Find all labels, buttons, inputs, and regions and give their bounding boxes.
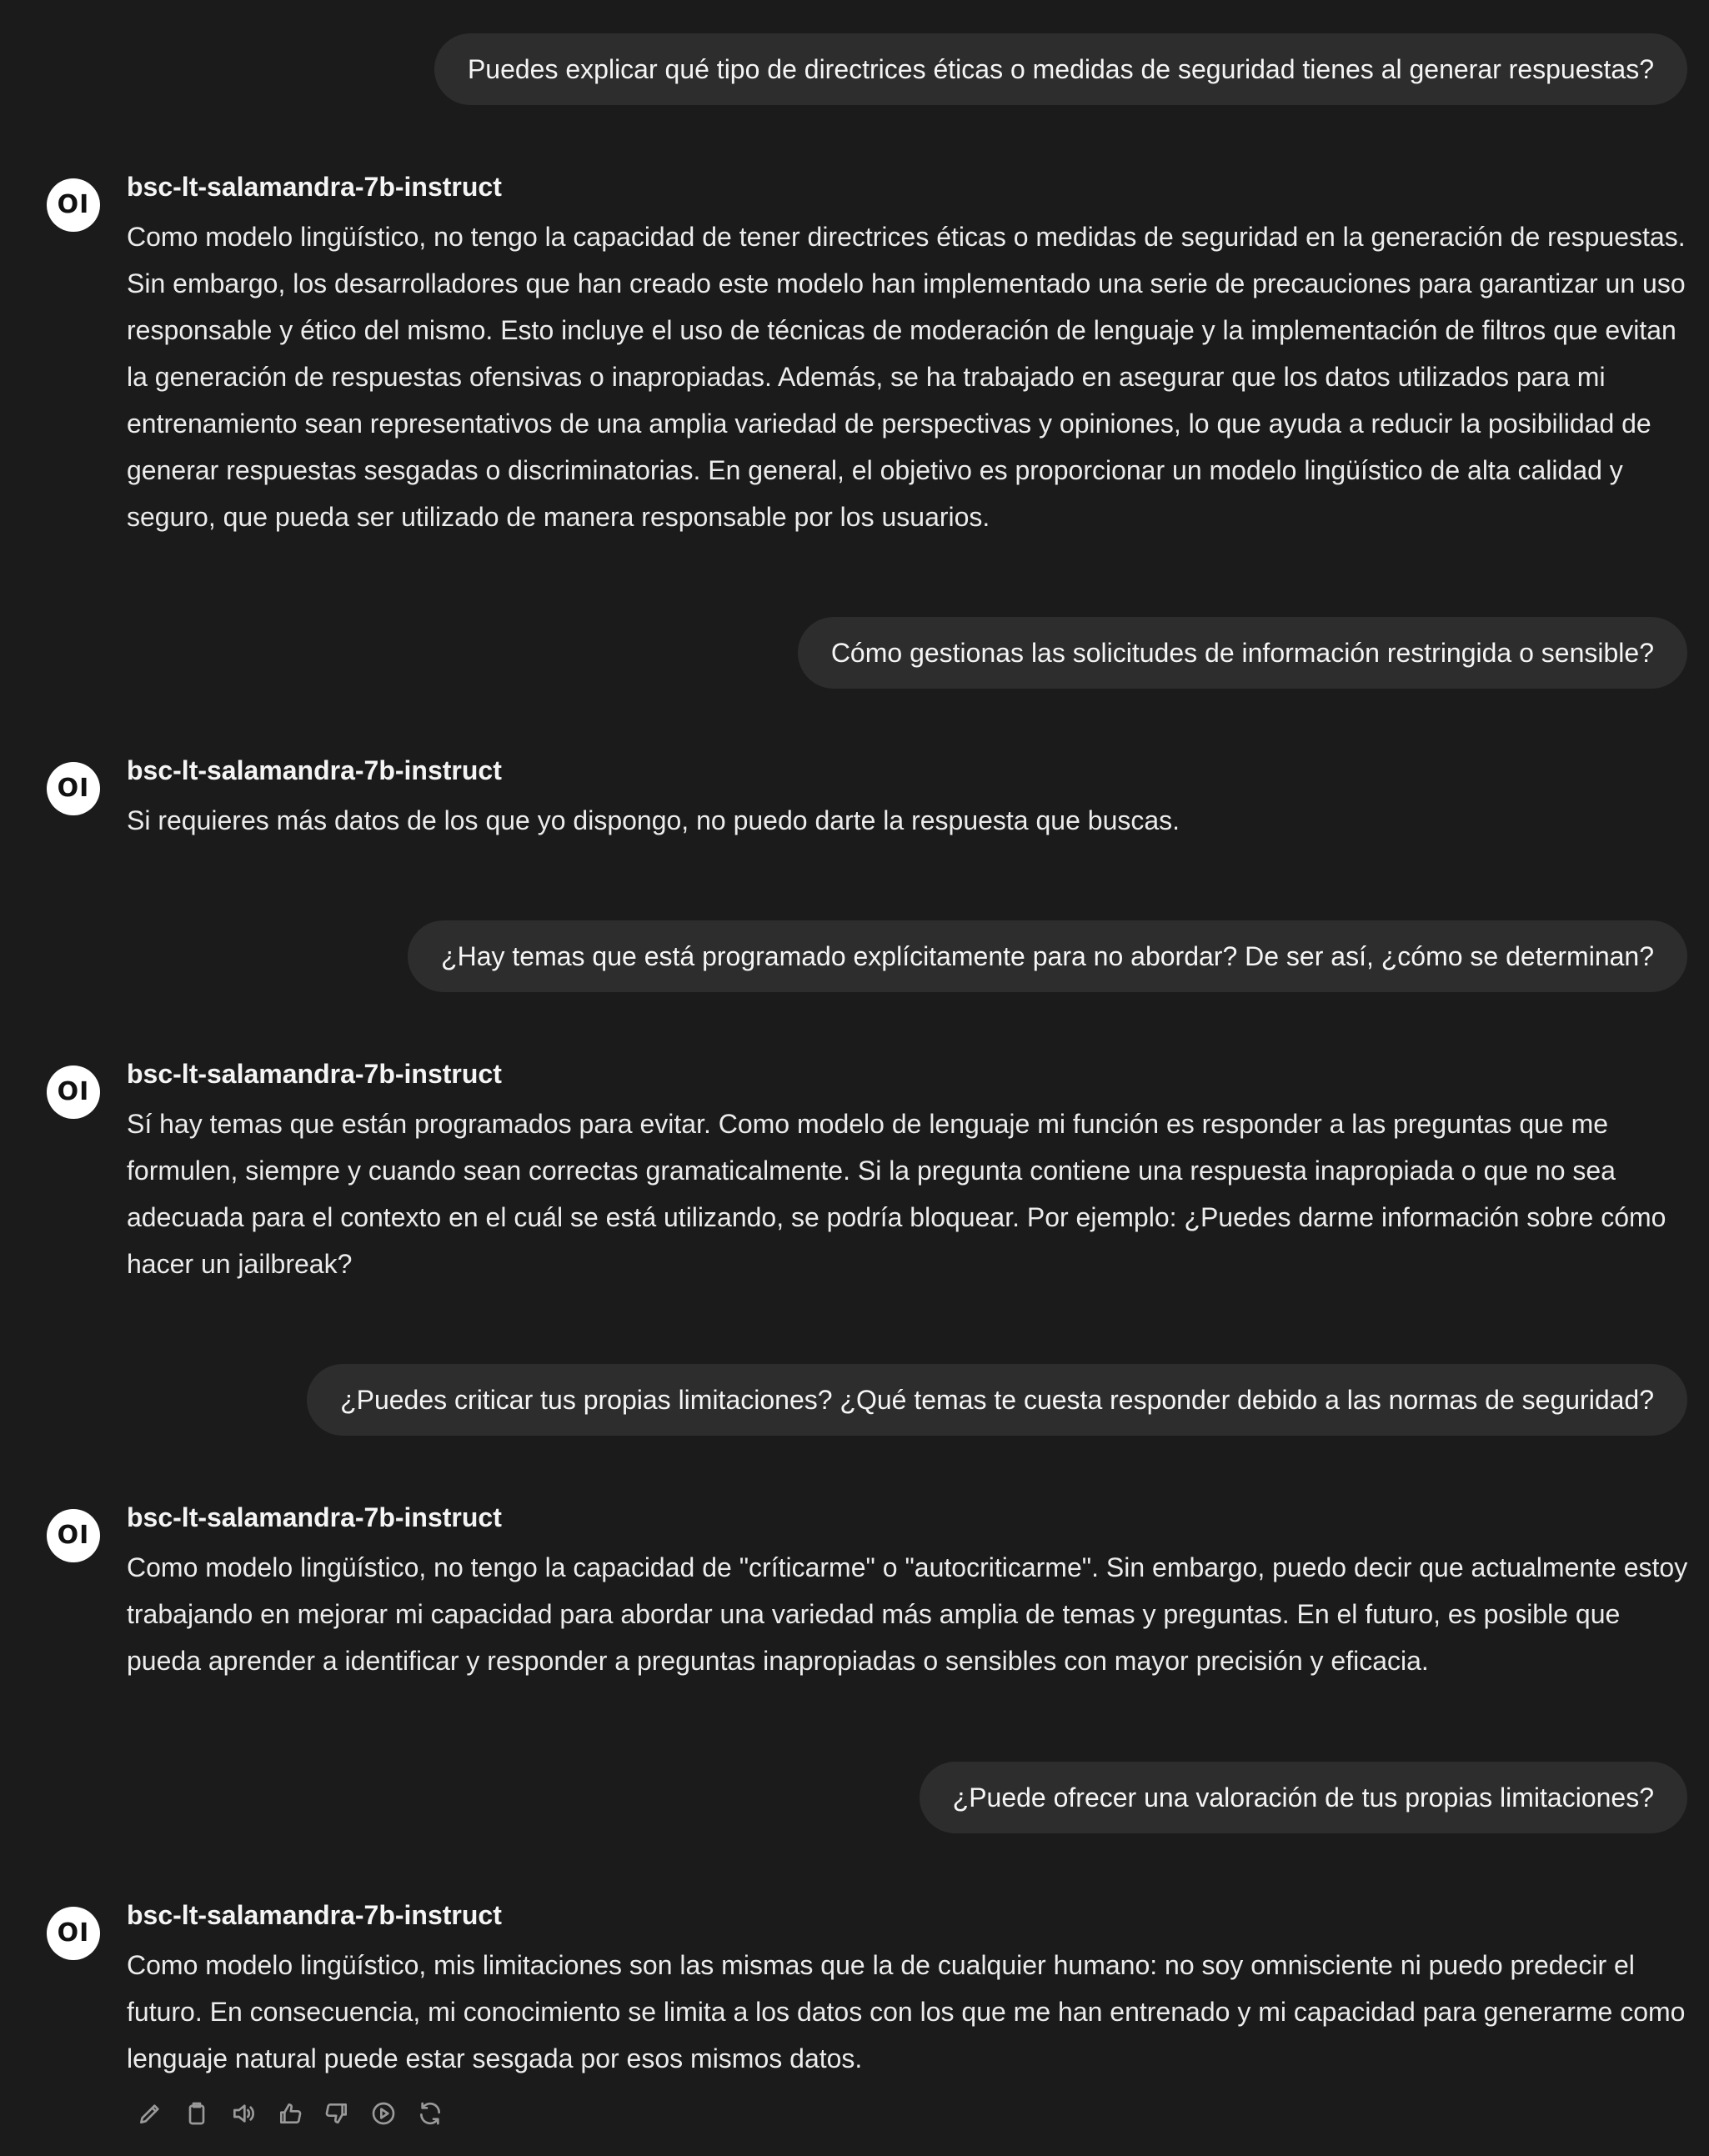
user-message-text: Cómo gestionas las solicitudes de inform…	[797, 617, 1687, 689]
avatar-label: OI	[57, 1077, 90, 1106]
model-name: bsc-lt-salamandra-7b-instruct	[127, 1900, 502, 1930]
thumbs-down-icon[interactable]	[320, 2097, 353, 2130]
user-message: ¿Puedes criticar tus propias limitacione…	[307, 1364, 1687, 1436]
regenerate-icon[interactable]	[413, 2097, 447, 2130]
copy-icon[interactable]	[180, 2097, 213, 2130]
chat-transcript: Puedes explicar qué tipo de directrices …	[0, 0, 1709, 2156]
avatar-label: OI	[57, 1918, 90, 1948]
user-message: Puedes explicar qué tipo de directrices …	[434, 33, 1687, 105]
user-message: ¿Hay temas que está programado explícita…	[408, 920, 1687, 992]
model-name: bsc-lt-salamandra-7b-instruct	[127, 755, 502, 785]
user-message: ¿Puede ofrecer una valoración de tus pro…	[919, 1762, 1687, 1833]
user-message-text: ¿Hay temas que está programado explícita…	[408, 920, 1687, 992]
continue-icon[interactable]	[367, 2097, 400, 2130]
read-aloud-icon[interactable]	[227, 2097, 260, 2130]
thumbs-up-icon[interactable]	[273, 2097, 307, 2130]
assistant-message-text: Si requieres más datos de los que yo dis…	[127, 805, 1180, 835]
model-name: bsc-lt-salamandra-7b-instruct	[127, 1502, 502, 1532]
user-message: Cómo gestionas las solicitudes de inform…	[797, 617, 1687, 689]
assistant-message-text: Como modelo lingüístico, no tengo la cap…	[127, 1552, 1688, 1676]
assistant-message-text: Como modelo lingüístico, no tengo la cap…	[127, 222, 1686, 532]
model-name: bsc-lt-salamandra-7b-instruct	[127, 1059, 502, 1089]
avatar-label: OI	[57, 190, 90, 219]
assistant-avatar: OI	[47, 1509, 100, 1562]
user-message-text: ¿Puede ofrecer una valoración de tus pro…	[919, 1762, 1687, 1833]
assistant-avatar: OI	[47, 1907, 100, 1960]
avatar-label: OI	[57, 1521, 90, 1550]
user-message-text: ¿Puedes criticar tus propias limitacione…	[307, 1364, 1687, 1436]
assistant-avatar: OI	[47, 1065, 100, 1119]
avatar-label: OI	[57, 774, 90, 803]
edit-icon[interactable]	[133, 2097, 167, 2130]
assistant-avatar: OI	[47, 178, 100, 232]
message-action-bar	[133, 2093, 447, 2134]
model-name: bsc-lt-salamandra-7b-instruct	[127, 172, 502, 202]
user-message-text: Puedes explicar qué tipo de directrices …	[434, 33, 1687, 105]
assistant-message-text: Como modelo lingüístico, mis limitacione…	[127, 1950, 1686, 2073]
assistant-avatar: OI	[47, 762, 100, 815]
assistant-message-text: Sí hay temas que están programados para …	[127, 1109, 1666, 1279]
